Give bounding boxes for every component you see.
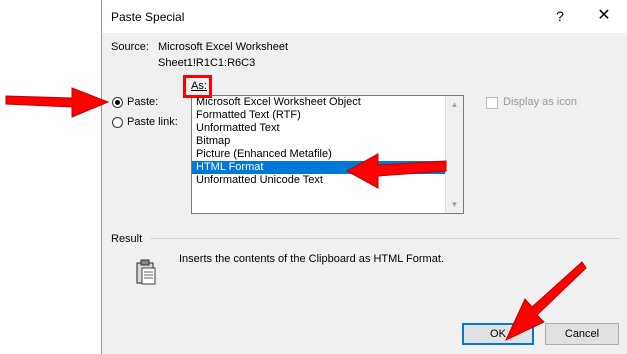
ok-button[interactable]: OK [462, 323, 534, 345]
paste-label[interactable]: Paste: [127, 96, 158, 108]
help-button[interactable]: ? [550, 6, 570, 26]
as-list-item[interactable]: Unformatted Text [192, 122, 446, 135]
as-list-item[interactable]: Microsoft Excel Worksheet Object [192, 96, 446, 109]
source-label: Source: [111, 41, 149, 53]
as-highlight-box [183, 75, 212, 98]
source-value: Microsoft Excel Worksheet [158, 41, 289, 53]
display-as-icon-label[interactable]: Display as icon [503, 96, 577, 108]
as-list-item[interactable]: HTML Format [192, 161, 446, 174]
as-list-item[interactable]: Formatted Text (RTF) [192, 109, 446, 122]
as-list-items: Microsoft Excel Worksheet Object Formatte… [192, 96, 446, 187]
screenshot-stage: Paste Special ? ✕ Source: Microsoft Exce… [0, 0, 627, 354]
paste-radio[interactable] [112, 97, 123, 108]
arrow-to-paste-icon [5, 87, 110, 118]
source-range: Sheet1!R1C1:R6C3 [158, 57, 256, 69]
result-text: Inserts the contents of the Clipboard as… [179, 253, 444, 265]
paste-special-dialog: Paste Special ? ✕ Source: Microsoft Exce… [101, 0, 627, 354]
cancel-button[interactable]: Cancel [545, 323, 619, 345]
as-list-item[interactable]: Picture (Enhanced Metafile) [192, 148, 446, 161]
close-button[interactable]: ✕ [592, 5, 616, 27]
title-bar: Paste Special ? ✕ [102, 0, 627, 33]
list-scrollbar[interactable]: ▲ ▼ [445, 96, 463, 213]
scroll-up-icon[interactable]: ▲ [446, 96, 463, 113]
paste-link-label[interactable]: Paste link: [127, 116, 178, 128]
as-list-item[interactable]: Bitmap [192, 135, 446, 148]
as-list-item[interactable]: Unformatted Unicode Text [192, 174, 446, 187]
dialog-title: Paste Special [111, 10, 185, 24]
as-listbox[interactable]: Microsoft Excel Worksheet Object Formatte… [191, 95, 464, 214]
paste-link-radio[interactable] [112, 117, 123, 128]
clipboard-icon [136, 259, 156, 285]
scroll-down-icon[interactable]: ▼ [446, 196, 463, 213]
result-divider [150, 238, 620, 239]
display-as-icon-checkbox[interactable] [486, 97, 498, 109]
result-label: Result [111, 233, 143, 245]
